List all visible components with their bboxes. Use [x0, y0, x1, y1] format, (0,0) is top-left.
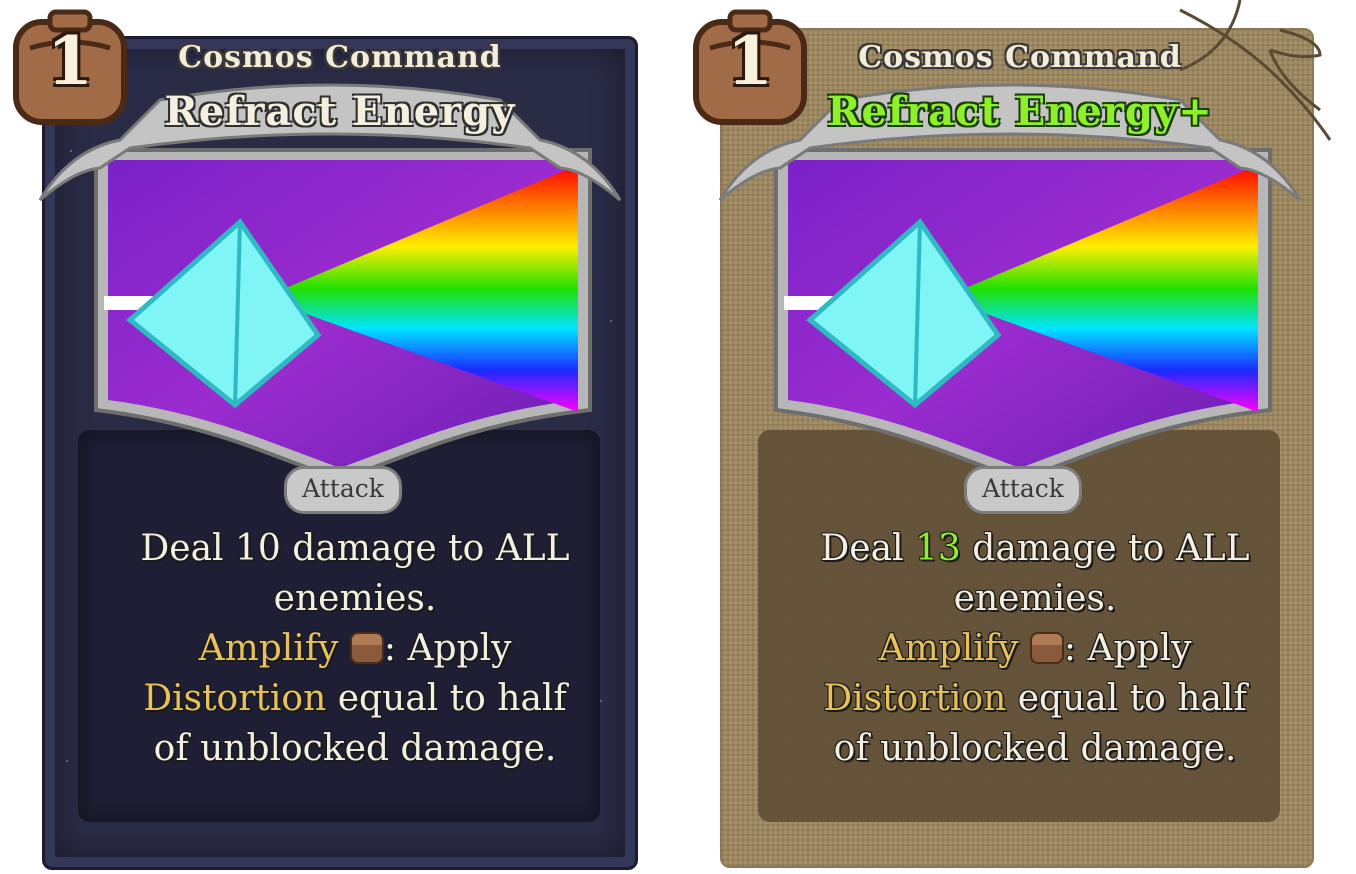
card-title: Refract Energy+	[827, 88, 1213, 135]
desc-line-2: enemies.	[273, 578, 437, 619]
desc-line-4: Distortion equal to half	[780, 674, 1290, 724]
card-class-label: Cosmos Command	[858, 40, 1182, 75]
card-kind-tag: Attack	[964, 466, 1082, 514]
keyword-amplify[interactable]: Amplify	[879, 628, 1019, 669]
desc-text: damage to ALL	[280, 528, 570, 569]
desc-line-3: Amplify : Apply	[780, 624, 1290, 674]
keyword-distortion[interactable]: Distortion	[823, 678, 1006, 719]
desc-text: : Apply	[383, 628, 512, 669]
desc-line-2: enemies.	[953, 578, 1117, 619]
desc-line-1: Deal 10 damage to ALL	[100, 524, 610, 574]
card-description: Deal 13 damage to ALL enemies. Amplify :…	[780, 524, 1290, 774]
damage-value-upgraded: 13	[915, 528, 961, 569]
desc-line-4: Distortion equal to half	[100, 674, 610, 724]
card-class-label: Cosmos Command	[178, 40, 502, 75]
satchel-icon	[1029, 632, 1064, 664]
damage-value: 10	[235, 528, 281, 569]
card-refract-energy[interactable]: 1 Cosmos Command Refract Energy Attack D…	[0, 0, 660, 874]
desc-text: : Apply	[1063, 628, 1192, 669]
satchel-icon	[349, 632, 384, 664]
card-kind-tag: Attack	[284, 466, 402, 514]
desc-text: Deal	[140, 528, 236, 569]
desc-line-3: Amplify : Apply	[100, 624, 610, 674]
desc-line-5: of unblocked damage.	[833, 728, 1237, 769]
card-refract-energy-upgraded[interactable]: 1 Cosmos Command Refract Energy+ Attack …	[680, 0, 1340, 874]
desc-text: Deal	[820, 528, 916, 569]
card-description: Deal 10 damage to ALL enemies. Amplify :…	[100, 524, 610, 774]
desc-line-1: Deal 13 damage to ALL	[780, 524, 1290, 574]
card-title: Refract Energy	[164, 88, 516, 135]
keyword-amplify[interactable]: Amplify	[199, 628, 339, 669]
desc-text: damage to ALL	[960, 528, 1250, 569]
desc-text: equal to half	[326, 678, 567, 719]
keyword-distortion[interactable]: Distortion	[143, 678, 326, 719]
desc-line-5: of unblocked damage.	[153, 728, 557, 769]
desc-text: equal to half	[1006, 678, 1247, 719]
